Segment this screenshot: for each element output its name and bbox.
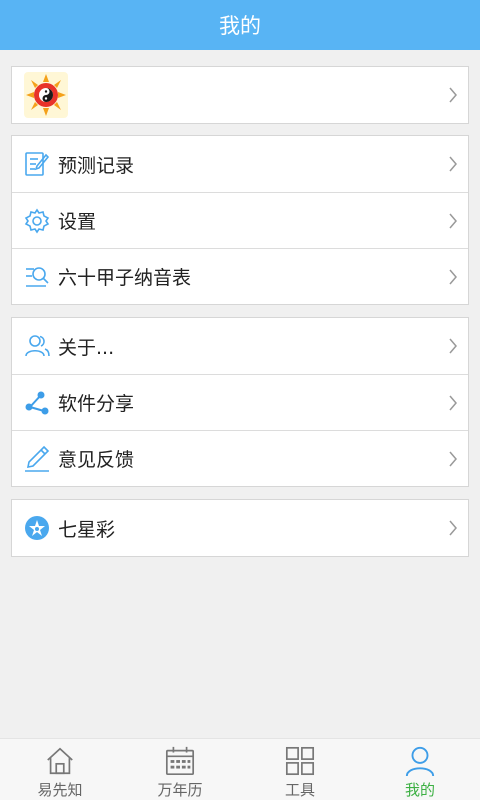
yin-yang-sun-icon <box>26 74 66 116</box>
menu-item-seven-star[interactable]: 七星彩 <box>12 500 468 556</box>
chevron-right-icon <box>449 87 457 103</box>
grid-icon <box>285 746 315 776</box>
chevron-right-icon <box>449 213 457 228</box>
tab-label: 易先知 <box>37 781 83 799</box>
calendar-icon <box>165 746 195 776</box>
page-title: 我的 <box>219 14 261 38</box>
chevron-right-icon <box>449 520 457 536</box>
tab-label: 我的 <box>404 781 435 799</box>
title-bar: 我的 <box>0 0 480 50</box>
star-badge-icon <box>24 513 50 543</box>
tab-mine[interactable]: 我的 <box>360 739 480 800</box>
share-icon <box>24 388 50 418</box>
tab-label: 万年历 <box>157 781 203 799</box>
search-list-icon <box>24 262 50 292</box>
menu-item-settings[interactable]: 设置 <box>12 192 468 248</box>
menu-label: 七星彩 <box>58 518 116 541</box>
group-about: 关于... 软件分享 意见反馈 <box>11 317 469 487</box>
tab-label: 工具 <box>284 781 315 799</box>
chevron-right-icon <box>449 269 457 284</box>
profile-card[interactable] <box>11 66 469 124</box>
group-lottery: 七星彩 <box>11 499 469 557</box>
menu-item-share[interactable]: 软件分享 <box>12 374 468 430</box>
chevron-right-icon <box>449 156 457 172</box>
gear-icon <box>24 206 50 236</box>
menu-label: 六十甲子纳音表 <box>58 267 192 289</box>
menu-item-feedback[interactable]: 意见反馈 <box>12 430 468 486</box>
tab-calendar[interactable]: 万年历 <box>120 739 240 800</box>
menu-label: 预测记录 <box>58 154 135 177</box>
bottom-tab-bar: 易先知 万年历 工具 我的 <box>0 738 480 800</box>
menu-label: 软件分享 <box>58 393 135 415</box>
chevron-right-icon <box>449 451 457 466</box>
tab-tools[interactable]: 工具 <box>240 739 360 800</box>
record-edit-icon <box>24 149 50 179</box>
pen-icon <box>24 444 50 474</box>
menu-label: 设置 <box>58 211 97 233</box>
avatar <box>24 72 68 118</box>
menu-item-about[interactable]: 关于... <box>12 318 468 374</box>
menu-label: 关于... <box>58 336 115 359</box>
home-icon <box>47 747 73 775</box>
chevron-right-icon <box>449 395 457 410</box>
group-records: 预测记录 设置 六十甲子纳音表 <box>11 135 469 305</box>
chevron-right-icon <box>449 338 457 354</box>
menu-item-prediction-records[interactable]: 预测记录 <box>12 136 468 192</box>
menu-item-sixty-jiazi-table[interactable]: 六十甲子纳音表 <box>12 248 468 304</box>
person-icon <box>405 746 435 777</box>
menu-label: 意见反馈 <box>58 449 135 471</box>
users-icon <box>24 331 50 361</box>
profile-row[interactable] <box>12 67 468 123</box>
tab-yixianzhi[interactable]: 易先知 <box>0 739 120 800</box>
